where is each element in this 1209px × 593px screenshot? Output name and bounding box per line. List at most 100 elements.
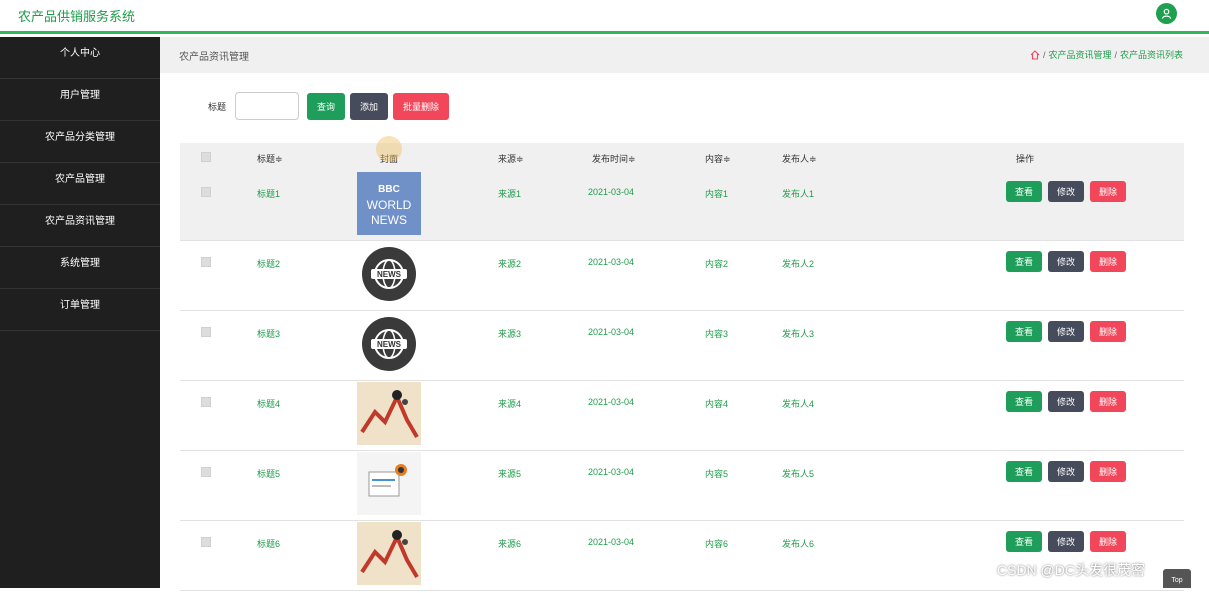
batch-delete-button[interactable]: 批量删除 <box>393 92 450 120</box>
view-button[interactable]: 查看 <box>1006 391 1043 412</box>
delete-button[interactable]: 删除 <box>1090 251 1127 272</box>
home-icon[interactable] <box>1030 49 1040 60</box>
view-button[interactable]: 查看 <box>1006 321 1043 342</box>
sidebar-item-profile[interactable]: 个人中心 <box>0 37 160 79</box>
column-header-content[interactable]: 内容≑ <box>705 152 731 165</box>
breadcrumb: / 农产品资讯管理 / 农产品资讯列表 <box>1030 48 1183 61</box>
sidebar-item-system[interactable]: 系统管理 <box>0 247 160 289</box>
table-row: 标题6 来源6 2021-03-04 内容6 发布人6 查看 修改 删除 <box>180 521 1184 591</box>
view-button[interactable]: 查看 <box>1006 181 1043 202</box>
table-row: 标题2 NEWS 来源2 2021-03-04 内容2 发布人2 查看 修改 删除 <box>180 241 1184 311</box>
row-actions: 查看 修改 删除 <box>1006 181 1127 202</box>
cell-time: 2021-03-04 <box>588 397 635 407</box>
row-checkbox[interactable] <box>201 327 211 337</box>
cell-content: 内容1 <box>705 189 729 199</box>
row-actions: 查看 修改 删除 <box>1006 531 1127 552</box>
user-icon <box>1161 8 1172 19</box>
cover-image: NEWS <box>357 312 421 375</box>
cell-author: 发布人3 <box>782 329 815 339</box>
delete-button[interactable]: 删除 <box>1090 531 1127 552</box>
sidebar: 个人中心 用户管理 农产品分类管理 农产品管理 农产品资讯管理 系统管理 订单管… <box>0 37 160 588</box>
breadcrumb-separator: / <box>1114 49 1117 60</box>
sidebar-item-products[interactable]: 农产品管理 <box>0 163 160 205</box>
cell-content: 内容5 <box>705 469 729 479</box>
edit-button[interactable]: 修改 <box>1048 181 1085 202</box>
delete-button[interactable]: 删除 <box>1090 461 1127 482</box>
delete-button[interactable]: 删除 <box>1090 181 1127 202</box>
row-checkbox[interactable] <box>201 257 211 267</box>
cell-author: 发布人5 <box>782 469 815 479</box>
row-checkbox[interactable] <box>201 187 211 197</box>
cell-time: 2021-03-04 <box>588 257 635 267</box>
edit-button[interactable]: 修改 <box>1048 531 1085 552</box>
breadcrumb-item-list: 农产品资讯列表 <box>1119 50 1183 60</box>
sidebar-item-news[interactable]: 农产品资讯管理 <box>0 205 160 247</box>
edit-button[interactable]: 修改 <box>1048 251 1085 272</box>
cell-content: 内容4 <box>705 399 729 409</box>
cursor-highlight <box>376 136 402 162</box>
table-header: 标题≑ 封面 来源≑ 发布时间≑ 内容≑ 发布人≑ 操作 <box>180 143 1184 171</box>
view-button[interactable]: 查看 <box>1006 251 1043 272</box>
user-avatar-button[interactable] <box>1156 3 1177 24</box>
cell-source: 来源5 <box>498 469 522 479</box>
cell-content: 内容3 <box>705 329 729 339</box>
search-bar: 标题 查询 添加 批量删除 <box>208 92 450 120</box>
row-actions: 查看 修改 删除 <box>1006 391 1127 412</box>
row-checkbox[interactable] <box>201 467 211 477</box>
add-button[interactable]: 添加 <box>350 92 389 120</box>
svg-text:WORLD: WORLD <box>367 198 412 212</box>
watermark: CSDN @DC头发很茂密 <box>997 562 1145 578</box>
column-header-time[interactable]: 发布时间≑ <box>592 152 636 165</box>
page-title: 农产品资讯管理 <box>179 52 249 63</box>
breadcrumb-item-news[interactable]: 农产品资讯管理 <box>1048 48 1111 61</box>
edit-button[interactable]: 修改 <box>1048 461 1085 482</box>
cell-title: 标题5 <box>257 469 281 479</box>
select-all-checkbox[interactable] <box>201 152 211 162</box>
sidebar-item-categories[interactable]: 农产品分类管理 <box>0 121 160 163</box>
cell-title: 标题3 <box>257 329 281 339</box>
cell-time: 2021-03-04 <box>588 467 635 477</box>
query-button[interactable]: 查询 <box>307 92 346 120</box>
breadcrumb-separator: / <box>1042 49 1046 60</box>
column-header-actions: 操作 <box>1015 154 1034 164</box>
sidebar-item-orders[interactable]: 订单管理 <box>0 289 160 331</box>
edit-button[interactable]: 修改 <box>1048 391 1085 412</box>
cell-time: 2021-03-04 <box>588 537 635 547</box>
cover-image <box>357 452 421 515</box>
title-search-input[interactable] <box>235 92 300 120</box>
row-checkbox[interactable] <box>201 397 211 407</box>
back-to-top-button[interactable]: Top <box>1163 569 1191 588</box>
svg-text:NEWS: NEWS <box>377 270 402 279</box>
cell-title: 标题4 <box>257 399 281 409</box>
news-table: 标题≑ 封面 来源≑ 发布时间≑ 内容≑ 发布人≑ 操作 标题1 BBC WORLD… <box>180 143 1184 591</box>
cell-title: 标题6 <box>257 539 281 549</box>
cover-image <box>357 522 421 585</box>
delete-button[interactable]: 删除 <box>1090 321 1127 342</box>
row-checkbox[interactable] <box>201 537 211 547</box>
header-bar: 农产品资讯管理 / 农产品资讯管理 / 农产品资讯列表 <box>160 37 1209 73</box>
view-button[interactable]: 查看 <box>1006 461 1043 482</box>
sidebar-item-users[interactable]: 用户管理 <box>0 79 160 121</box>
cover-image <box>357 382 421 445</box>
table-row: 标题4 来源4 2021-03-04 内容4 发布人4 查看 修改 删除 <box>180 381 1184 451</box>
cell-source: 来源2 <box>498 259 522 269</box>
column-header-title[interactable]: 标题≑ <box>257 152 283 165</box>
cell-time: 2021-03-04 <box>588 327 635 337</box>
view-button[interactable]: 查看 <box>1006 531 1043 552</box>
row-actions: 查看 修改 删除 <box>1006 251 1127 272</box>
app-title: 农产品供销服务系统 <box>18 9 136 24</box>
table-row: 标题3 NEWS 来源3 2021-03-04 内容3 发布人3 查看 修改 删除 <box>180 311 1184 381</box>
cell-source: 来源1 <box>498 189 522 199</box>
column-header-source[interactable]: 来源≑ <box>498 152 524 165</box>
delete-button[interactable]: 删除 <box>1090 391 1127 412</box>
cell-content: 内容6 <box>705 539 729 549</box>
cell-source: 来源6 <box>498 539 522 549</box>
cover-image: NEWS <box>357 242 421 305</box>
cell-author: 发布人4 <box>782 399 815 409</box>
cell-title: 标题1 <box>257 189 281 199</box>
cover-image: BBC WORLD NEWS <box>357 172 421 235</box>
cell-author: 发布人1 <box>782 189 815 199</box>
cell-source: 来源3 <box>498 329 522 339</box>
column-header-author[interactable]: 发布人≑ <box>782 152 817 165</box>
edit-button[interactable]: 修改 <box>1048 321 1085 342</box>
